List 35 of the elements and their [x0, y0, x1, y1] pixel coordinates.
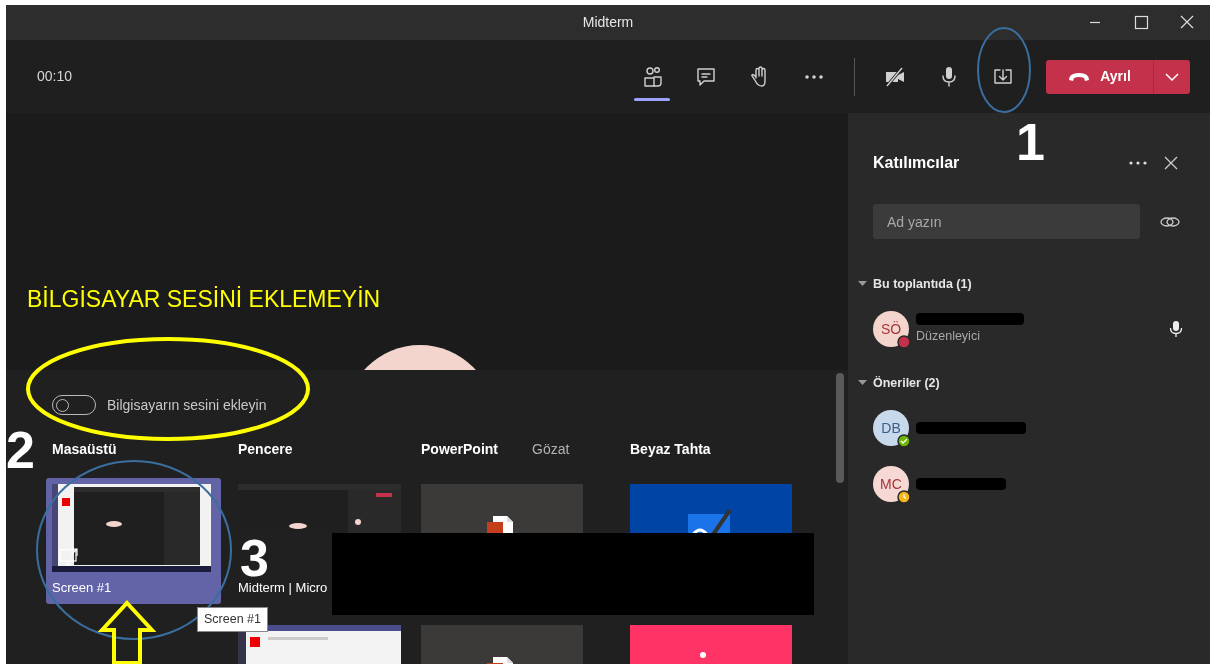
annotation-number: 3	[240, 536, 269, 580]
more-icon[interactable]	[1128, 160, 1148, 166]
section-heading: PowerPoint	[421, 439, 498, 459]
tooltip: Screen #1	[197, 607, 268, 632]
toggle-label: Bilgisayarın sesini ekleyin	[107, 395, 267, 415]
tile-caption: Screen #1	[52, 579, 113, 597]
call-timer: 00:10	[37, 67, 73, 86]
search-field[interactable]: Ad yazın	[873, 204, 1140, 239]
annotation-number: 1	[1016, 120, 1045, 164]
leave-button[interactable]: Ayrıl	[1046, 59, 1153, 94]
tile-caption: Midterm | Micro	[238, 579, 329, 597]
avatar: SÖ	[873, 311, 909, 347]
caret-icon	[858, 380, 867, 386]
caret-icon	[1165, 72, 1179, 81]
phone-icon	[1068, 70, 1091, 83]
leave-options-button[interactable]	[1153, 59, 1190, 94]
browse-link[interactable]: Gözat	[532, 438, 570, 460]
scrollbar[interactable]	[836, 373, 844, 483]
panel-title: Katılımcılar	[873, 153, 960, 173]
share-tile[interactable]: Screen #1	[46, 478, 221, 604]
close-icon[interactable]	[1164, 156, 1178, 170]
section-heading: Masaüstü	[52, 439, 117, 459]
link-icon[interactable]	[1159, 214, 1181, 229]
annotation-number: 2	[6, 428, 35, 472]
group-header[interactable]: Öneriler (2)	[858, 374, 1190, 392]
avatar: MC	[873, 466, 909, 502]
annotation-note: BİLGİSAYAR SESİNİ EKLEMEYİN	[27, 285, 381, 314]
participant-role: Düzenleyici	[916, 327, 981, 345]
section-heading: Beyaz Tahta	[630, 439, 711, 459]
caret-icon	[858, 281, 867, 287]
group-header[interactable]: Bu toplantıda (1)	[858, 275, 1190, 293]
window-title: Midterm	[582, 13, 634, 32]
section-heading: Pencere	[238, 439, 293, 459]
annotation-arrow	[98, 600, 156, 664]
avatar: DB	[873, 410, 909, 446]
